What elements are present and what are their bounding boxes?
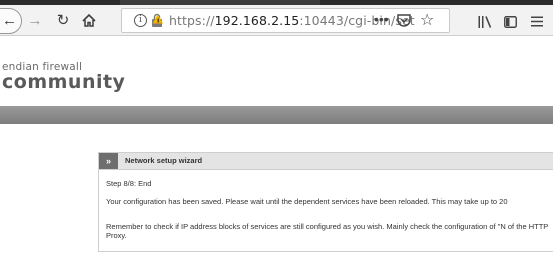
address-bar[interactable]: i https://192.168.2.15:10443/cgi-bin/set… [121,8,450,33]
home-button[interactable] [80,8,98,32]
reload-icon: ↻ [56,12,70,29]
info-icon[interactable]: i [134,14,147,27]
wizard-reminder-message: Remember to check if IP address blocks o… [106,222,549,240]
sidebar-icon[interactable] [504,16,517,28]
main-navigation-bar [0,106,553,124]
reload-button[interactable]: ↻ [54,8,72,32]
double-chevron-icon: » [99,153,118,169]
back-arrow-icon: ← [2,12,17,29]
wizard-header: » Network setup wizard [99,153,553,170]
forward-button[interactable]: → [26,8,44,32]
home-icon [82,13,96,27]
url-host: 192.168.2.15 [214,13,300,28]
library-icon[interactable] [478,16,492,28]
pocket-icon[interactable] [397,14,411,27]
back-button[interactable]: ← [0,8,22,34]
network-setup-wizard-panel: » Network setup wizard Step 8/8: End You… [98,152,553,252]
endian-logo[interactable]: endian firewall community [2,62,126,93]
url-scheme: https:// [169,13,215,28]
forward-arrow-icon: → [27,11,43,29]
wizard-title: Network setup wizard [125,156,203,165]
hamburger-menu-icon[interactable] [531,16,543,27]
insecure-lock-icon[interactable] [151,13,164,28]
wizard-saved-message: Your configuration has been saved. Pleas… [106,197,508,206]
wizard-step-label: Step 8/8: End [106,179,152,188]
logo-line-2: community [2,71,126,93]
bookmark-star-icon[interactable]: ☆ [420,10,434,30]
browser-toolbar: ← → ↻ i https://192.168.2.15:10443/cgi-b… [0,5,553,36]
page-actions-more-icon[interactable]: ••• [374,11,389,27]
